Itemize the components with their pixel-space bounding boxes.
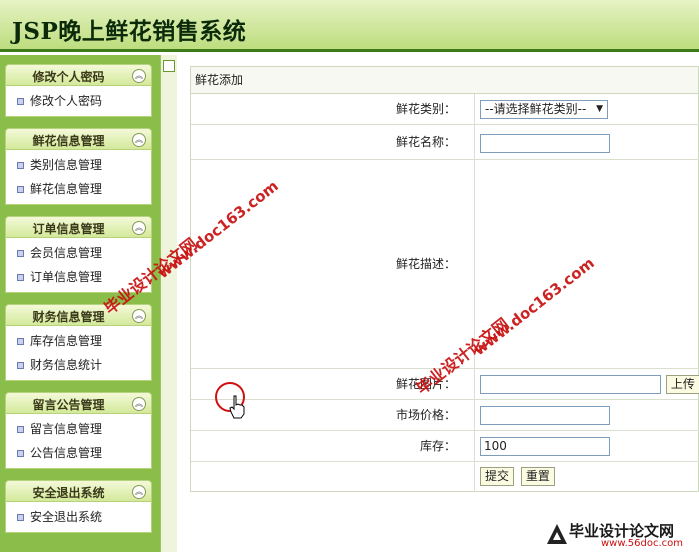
bullet-icon [17,186,24,193]
app-title: JSP晚上鲜花销售系统 [12,18,247,45]
collapse-icon[interactable]: ︽ [132,221,146,235]
stock-label: 库存： [191,431,475,461]
group-title: 留言公告管理 [32,398,105,412]
upload-button[interactable]: 上传 [665,375,699,394]
footer-watermark: 毕业设计论文网 www.56doc.com [545,520,695,550]
bullet-icon [17,362,24,369]
bullet-icon [17,162,24,169]
group-header[interactable]: 鲜花信息管理 ︽ [5,128,152,150]
footer-watermark-site: www.56doc.com [601,538,684,549]
group-header[interactable]: 修改个人密码 ︽ [5,64,152,86]
sidebar-item-messages[interactable]: 留言信息管理 [6,417,151,441]
sidebar-item-flower[interactable]: 鲜花信息管理 [6,177,151,201]
submit-button[interactable]: 提交 [480,467,515,486]
group-header[interactable]: 订单信息管理 ︽ [5,216,152,238]
description-label: 鲜花描述： [191,160,475,368]
actions-label-cell [191,462,475,492]
row-name: 鲜花名称： [191,125,699,160]
name-label: 鲜花名称： [191,125,475,159]
group-header[interactable]: 留言公告管理 ︽ [5,392,152,414]
group-title: 订单信息管理 [32,222,105,236]
collapse-icon[interactable]: ︽ [132,309,146,323]
reset-button[interactable]: 重置 [520,467,555,486]
sidebar-item-stock[interactable]: 库存信息管理 [6,329,151,353]
row-price: 市场价格： [191,400,699,431]
sidebar-item-category[interactable]: 类别信息管理 [6,153,151,177]
group-header[interactable]: 安全退出系统 ︽ [5,480,152,502]
collapse-icon[interactable]: ︽ [132,397,146,411]
group-title: 鲜花信息管理 [32,134,105,148]
sidebar: 修改个人密码 ︽ 修改个人密码 鲜花信息管理 ︽ 类别信息管理 鲜花信息管理 订… [0,55,160,552]
row-category: 鲜花类别： --请选择鲜花类别-- ▼ [191,94,699,125]
bullet-icon [17,426,24,433]
row-stock: 库存： 100 [191,431,699,462]
flower-add-form: 鲜花添加 鲜花类别： --请选择鲜花类别-- ▼ 鲜花名称： 鲜花描述： 鲜花图片… [190,66,699,492]
group-title: 修改个人密码 [32,70,105,84]
splitter[interactable] [160,55,177,552]
logo-icon [547,524,567,544]
sidebar-item-members[interactable]: 会员信息管理 [6,241,151,265]
group-title: 安全退出系统 [32,486,105,500]
name-input[interactable] [480,134,610,153]
bullet-icon [17,338,24,345]
bullet-icon [17,98,24,105]
image-path-input[interactable] [480,375,661,394]
category-select[interactable]: --请选择鲜花类别-- ▼ [480,100,608,119]
sidebar-group-logout: 安全退出系统 ︽ 安全退出系统 [5,480,152,533]
stock-input[interactable]: 100 [480,437,610,456]
bullet-icon [17,274,24,281]
collapse-icon[interactable]: ︽ [132,485,146,499]
toggle-sidebar-icon[interactable] [163,60,175,72]
form-title: 鲜花添加 [191,67,698,94]
sidebar-group-finance: 财务信息管理 ︽ 库存信息管理 财务信息统计 [5,304,152,381]
sidebar-item-finance-stats[interactable]: 财务信息统计 [6,353,151,377]
bullet-icon [17,250,24,257]
group-header[interactable]: 财务信息管理 ︽ [5,304,152,326]
hand-cursor-icon [229,395,245,419]
dropdown-arrow-icon: ▼ [596,104,603,114]
sidebar-item-change-password[interactable]: 修改个人密码 [6,89,151,113]
bullet-icon [17,514,24,521]
sidebar-group-messages: 留言公告管理 ︽ 留言信息管理 公告信息管理 [5,392,152,469]
collapse-icon[interactable]: ︽ [132,133,146,147]
app-header: JSP晚上鲜花销售系统 [0,0,699,52]
bullet-icon [17,450,24,457]
row-actions: 提交 重置 [191,462,699,492]
sidebar-group-password: 修改个人密码 ︽ 修改个人密码 [5,64,152,117]
sidebar-item-logout[interactable]: 安全退出系统 [6,505,151,529]
sidebar-group-flowers: 鲜花信息管理 ︽ 类别信息管理 鲜花信息管理 [5,128,152,205]
price-input[interactable] [480,406,610,425]
category-label: 鲜花类别： [191,94,475,124]
sidebar-item-announcements[interactable]: 公告信息管理 [6,441,151,465]
collapse-icon[interactable]: ︽ [132,69,146,83]
